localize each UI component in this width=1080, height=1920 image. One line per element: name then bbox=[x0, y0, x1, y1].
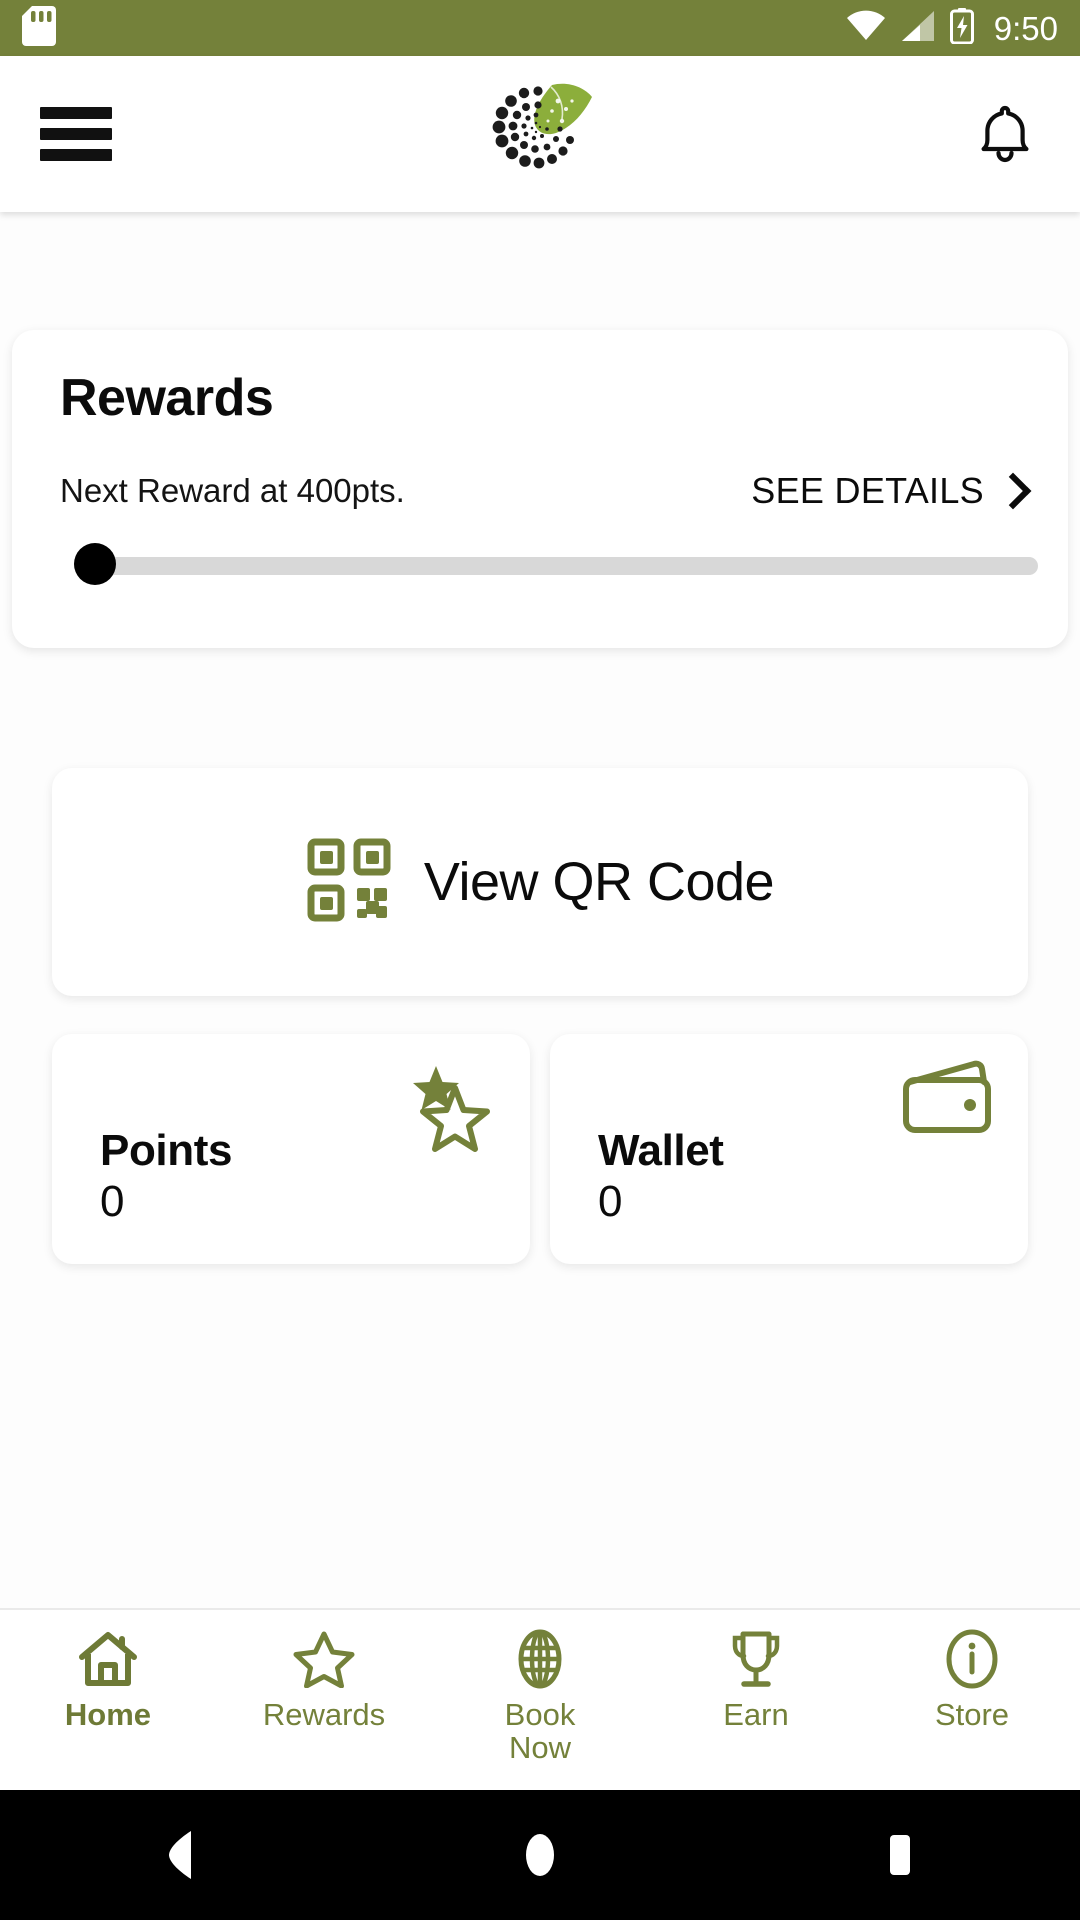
view-qr-code-button[interactable]: View QR Code bbox=[52, 768, 1028, 996]
next-reward-text: Next Reward at 400pts. bbox=[60, 472, 405, 509]
nav-item-book-now[interactable]: Book Now bbox=[432, 1628, 648, 1765]
nav-label-rewards: Rewards bbox=[262, 1697, 386, 1732]
hamburger-bar bbox=[40, 149, 112, 161]
wallet-value: 0 bbox=[598, 1177, 623, 1227]
notification-bell-icon[interactable] bbox=[970, 99, 1040, 169]
status-bar-left bbox=[22, 5, 56, 51]
trophy-icon bbox=[725, 1628, 787, 1690]
nav-label-store: Store bbox=[934, 1697, 1010, 1732]
home-icon bbox=[77, 1628, 139, 1690]
see-details-label: SEE DETAILS bbox=[751, 470, 984, 511]
battery-charging-icon bbox=[949, 7, 974, 49]
recents-button[interactable] bbox=[840, 1810, 960, 1900]
nav-label-book-now: Book Now bbox=[504, 1697, 576, 1766]
view-qr-code-label: View QR Code bbox=[423, 852, 775, 912]
status-bar-clock: 9:50 bbox=[993, 9, 1058, 47]
rewards-card: Rewards Next Reward at 400pts. SEE DETAI… bbox=[12, 330, 1068, 648]
nav-label-earn: Earn bbox=[723, 1697, 789, 1732]
hamburger-menu-icon[interactable] bbox=[40, 107, 112, 161]
app-header bbox=[0, 56, 1080, 212]
wallet-icon bbox=[900, 1056, 1000, 1147]
chevron-right-icon bbox=[998, 473, 1020, 509]
back-button[interactable] bbox=[120, 1810, 240, 1900]
points-card[interactable]: Points 0 bbox=[52, 1034, 530, 1264]
status-bar: 9:50 bbox=[0, 0, 1080, 56]
sd-card-icon bbox=[22, 5, 56, 51]
cellular-signal-icon bbox=[900, 10, 936, 47]
wifi-icon bbox=[846, 10, 886, 47]
phone-screen: 9:50 Rewards Next Reward at 400pts. SEE … bbox=[0, 0, 1080, 1920]
wallet-card[interactable]: Wallet 0 bbox=[550, 1034, 1028, 1264]
hamburger-bar bbox=[40, 128, 112, 140]
nav-item-rewards[interactable]: Rewards bbox=[216, 1628, 432, 1731]
see-details-button[interactable]: SEE DETAILS bbox=[751, 470, 1020, 512]
status-bar-right: 9:50 bbox=[846, 7, 1058, 49]
star-outline-icon bbox=[293, 1628, 355, 1690]
main-content: Rewards Next Reward at 400pts. SEE DETAI… bbox=[0, 212, 1080, 1608]
stats-row: Points 0 Wallet 0 bbox=[52, 1034, 1028, 1264]
rewards-progress-slider[interactable] bbox=[60, 543, 1038, 585]
globe-icon bbox=[509, 1628, 571, 1690]
points-value: 0 bbox=[100, 1177, 125, 1227]
qr-code-icon bbox=[306, 837, 392, 928]
android-system-nav bbox=[0, 1790, 1080, 1920]
rewards-info-row: Next Reward at 400pts. SEE DETAILS bbox=[60, 470, 1020, 512]
nav-item-store[interactable]: Store bbox=[864, 1628, 1080, 1731]
two-stars-icon bbox=[392, 1056, 502, 1171]
rewards-title: Rewards bbox=[60, 369, 274, 427]
wallet-label: Wallet bbox=[598, 1126, 724, 1176]
nav-item-earn[interactable]: Earn bbox=[648, 1628, 864, 1731]
brand-spiral-leaf-logo bbox=[480, 79, 600, 189]
nav-label-home: Home bbox=[64, 1697, 152, 1732]
home-button[interactable] bbox=[480, 1810, 600, 1900]
progress-thumb[interactable] bbox=[74, 543, 116, 585]
points-label: Points bbox=[100, 1126, 233, 1176]
points-text: Points 0 bbox=[100, 1126, 233, 1228]
nav-item-home[interactable]: Home bbox=[0, 1628, 216, 1731]
info-circle-icon bbox=[941, 1628, 1003, 1690]
bottom-navigation-bar: Home Rewards Book Now Earn Store bbox=[0, 1608, 1080, 1790]
wallet-text: Wallet 0 bbox=[598, 1126, 724, 1228]
hamburger-bar bbox=[40, 107, 112, 119]
progress-track bbox=[74, 557, 1038, 575]
